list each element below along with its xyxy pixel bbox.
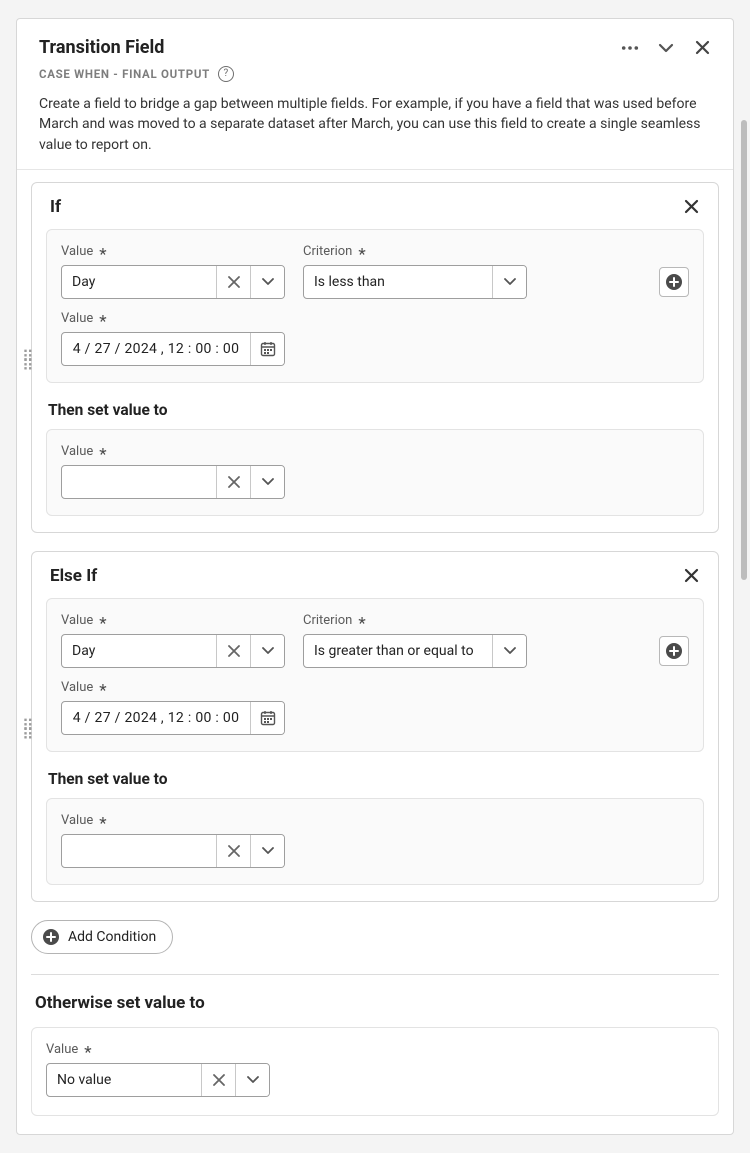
- then-label: Then set value to: [48, 770, 704, 788]
- then-box: Value*: [46, 798, 704, 885]
- date-input[interactable]: 4 / 27 / 2024 , 12 : 00 : 00: [61, 701, 285, 735]
- criterion-field-col: Criterion* Is greater than or equal to: [303, 613, 527, 668]
- value-field-col: Value* Day: [61, 244, 285, 299]
- value-label: Value*: [61, 444, 689, 459]
- calendar-icon[interactable]: [250, 333, 284, 365]
- criterion-combo[interactable]: Is greater than or equal to: [303, 634, 527, 668]
- add-condition-button[interactable]: Add Condition: [31, 920, 173, 954]
- criterion-label: Criterion*: [303, 244, 527, 259]
- add-rule-button[interactable]: [659, 267, 689, 297]
- value-label: Value*: [61, 613, 285, 628]
- otherwise-title: Otherwise set value to: [35, 993, 719, 1013]
- title-row: Transition Field: [39, 37, 711, 58]
- clear-icon[interactable]: [216, 266, 250, 298]
- chevron-down-icon[interactable]: [250, 635, 284, 667]
- chevron-down-icon[interactable]: [250, 266, 284, 298]
- criterion-combo[interactable]: Is less than: [303, 265, 527, 299]
- close-icon[interactable]: [693, 39, 711, 57]
- then-label: Then set value to: [48, 401, 704, 419]
- chevron-down-icon[interactable]: [492, 635, 526, 667]
- rule-box: Value* Day Criterion*: [46, 598, 704, 752]
- separator: [31, 974, 719, 975]
- clear-icon[interactable]: [216, 835, 250, 867]
- scrollbar-thumb[interactable]: [741, 120, 747, 580]
- condition-title-row: Else If: [46, 566, 704, 586]
- otherwise-value-text: No value: [47, 1064, 201, 1096]
- chevron-down-icon[interactable]: [250, 835, 284, 867]
- condition-title: Else If: [50, 566, 97, 586]
- clear-icon[interactable]: [216, 635, 250, 667]
- rule-box: Value* Day Criterion*: [46, 229, 704, 383]
- otherwise-value-col: Value* No value: [46, 1042, 704, 1097]
- clear-icon[interactable]: [201, 1064, 235, 1096]
- rule-row-2: Value* 4 / 27 / 2024 , 12 : 00 : 00: [61, 311, 689, 366]
- criterion-field-col: Criterion* Is less than: [303, 244, 527, 299]
- then-value-combo[interactable]: [61, 834, 285, 868]
- value-combo-text: Day: [62, 635, 216, 667]
- add-condition-label: Add Condition: [68, 929, 156, 945]
- value-combo-text: Day: [62, 266, 216, 298]
- clear-icon[interactable]: [216, 466, 250, 498]
- then-value-text: [62, 466, 216, 498]
- more-icon[interactable]: [621, 39, 639, 57]
- condition-title-row: If: [46, 197, 704, 217]
- date-input-text: 4 / 27 / 2024 , 12 : 00 : 00: [62, 333, 250, 365]
- help-icon[interactable]: ?: [218, 66, 234, 82]
- value-label: Value*: [61, 813, 689, 828]
- value-label: Value*: [61, 311, 285, 326]
- then-value-combo[interactable]: [61, 465, 285, 499]
- value-label: Value*: [61, 244, 285, 259]
- rule-row-1: Value* Day Criterion*: [61, 613, 689, 668]
- add-rule-button[interactable]: [659, 636, 689, 666]
- add-rule-col: [659, 267, 689, 299]
- then-value-col: Value*: [61, 444, 689, 499]
- drag-handle-icon[interactable]: ⠿⠿: [22, 353, 35, 371]
- value-combo[interactable]: Day: [61, 265, 285, 299]
- transition-field-panel: Transition Field CASE WHEN - FINAL OUTPU…: [16, 18, 734, 1135]
- header-icons: [621, 39, 711, 57]
- chevron-down-icon[interactable]: [657, 39, 675, 57]
- chevron-down-icon[interactable]: [235, 1064, 269, 1096]
- scrollbar[interactable]: [739, 0, 747, 1153]
- date-input-text: 4 / 27 / 2024 , 12 : 00 : 00: [62, 702, 250, 734]
- date-value-col: Value* 4 / 27 / 2024 , 12 : 00 : 00: [61, 311, 285, 366]
- condition-card-if: ⠿⠿ If Value* Day: [31, 182, 719, 533]
- then-value-col: Value*: [61, 813, 689, 868]
- date-value-col: Value* 4 / 27 / 2024 , 12 : 00 : 00: [61, 680, 285, 735]
- panel-description: Create a field to bridge a gap between m…: [39, 94, 711, 155]
- chevron-down-icon[interactable]: [492, 266, 526, 298]
- drag-handle-icon[interactable]: ⠿⠿: [22, 722, 35, 740]
- criterion-label: Criterion*: [303, 613, 527, 628]
- chevron-down-icon[interactable]: [250, 466, 284, 498]
- rule-row-2: Value* 4 / 27 / 2024 , 12 : 00 : 00: [61, 680, 689, 735]
- panel-header: Transition Field CASE WHEN - FINAL OUTPU…: [17, 19, 733, 170]
- criterion-combo-text: Is less than: [304, 266, 492, 298]
- value-label: Value*: [46, 1042, 704, 1057]
- rule-row-1: Value* Day Criterion*: [61, 244, 689, 299]
- subtitle-row: CASE WHEN - FINAL OUTPUT ?: [39, 66, 711, 82]
- criterion-combo-text: Is greater than or equal to: [304, 635, 492, 667]
- calendar-icon[interactable]: [250, 702, 284, 734]
- condition-card-else-if: ⠿⠿ Else If Value* Day: [31, 551, 719, 902]
- condition-title: If: [50, 197, 61, 217]
- panel-subtitle: CASE WHEN - FINAL OUTPUT: [39, 67, 210, 81]
- otherwise-value-combo[interactable]: No value: [46, 1063, 270, 1097]
- value-combo[interactable]: Day: [61, 634, 285, 668]
- remove-condition-icon[interactable]: [682, 198, 700, 216]
- panel-title: Transition Field: [39, 37, 164, 58]
- otherwise-box: Value* No value: [31, 1027, 719, 1116]
- value-field-col: Value* Day: [61, 613, 285, 668]
- then-box: Value*: [46, 429, 704, 516]
- panel-body: ⠿⠿ If Value* Day: [17, 170, 733, 1134]
- date-input[interactable]: 4 / 27 / 2024 , 12 : 00 : 00: [61, 332, 285, 366]
- add-rule-col: [659, 636, 689, 668]
- then-value-text: [62, 835, 216, 867]
- remove-condition-icon[interactable]: [682, 567, 700, 585]
- value-label: Value*: [61, 680, 285, 695]
